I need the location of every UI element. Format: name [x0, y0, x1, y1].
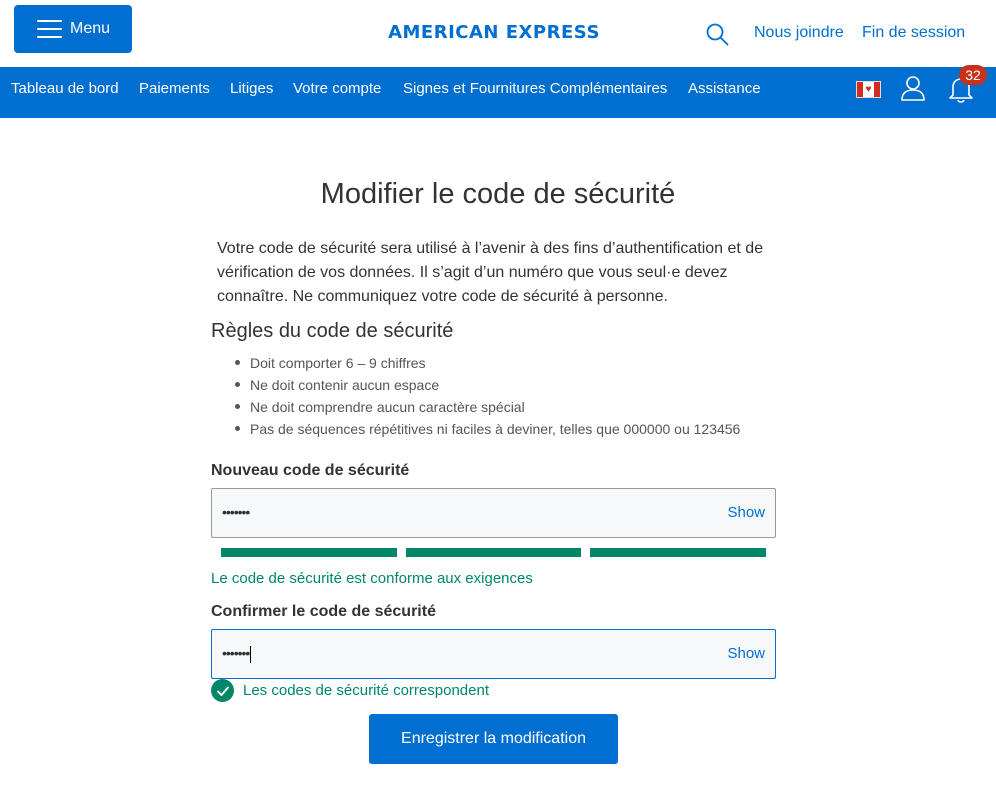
code-valid-message: Le code de sécurité est conforme aux exi…: [211, 570, 533, 587]
confirm-code-value: •••••••: [222, 645, 252, 663]
confirm-code-input[interactable]: ••••••• Show: [211, 629, 776, 679]
menu-button-label: Menu: [70, 20, 111, 37]
main-nav: Tableau de bord Paiements Litiges Votre …: [0, 67, 996, 118]
top-header: Menu AMERICAN EXPRESS Nous joindre Fin d…: [0, 0, 996, 67]
rule-item: Doit comporter 6 – 9 chiffres: [235, 352, 810, 374]
nav-item-account[interactable]: Votre compte: [293, 80, 381, 97]
save-button[interactable]: Enregistrer la modification: [369, 714, 618, 764]
rule-item: Ne doit contenir aucun espace: [235, 374, 810, 396]
rules-list: Doit comporter 6 – 9 chiffres Ne doit co…: [235, 352, 810, 440]
codes-match-text: Les codes de sécurité correspondent: [243, 682, 489, 699]
codes-match-message: Les codes de sécurité correspondent: [211, 679, 489, 702]
intro-text: Votre code de sécurité sera utilisé à l’…: [217, 240, 764, 305]
notification-badge: 32: [959, 65, 987, 85]
hamburger-icon: [37, 20, 62, 38]
logout-link[interactable]: Fin de session: [862, 24, 965, 42]
confirm-code-show-button[interactable]: Show: [727, 645, 765, 662]
rule-item: Pas de séquences répétitives ni faciles …: [235, 418, 810, 440]
strength-bar-segment: [221, 548, 397, 557]
page-title: Modifier le code de sécurité: [320, 178, 676, 210]
text-cursor: [250, 645, 252, 663]
rule-item: Ne doit comprendre aucun caractère spéci…: [235, 396, 810, 418]
search-icon[interactable]: [705, 22, 729, 46]
nav-item-disputes[interactable]: Litiges: [230, 80, 273, 97]
strength-bar-segment: [590, 548, 766, 557]
nav-item-dashboard[interactable]: Tableau de bord: [11, 80, 119, 97]
nav-item-payments[interactable]: Paiements: [139, 80, 210, 97]
new-code-input[interactable]: ••••••• Show: [211, 488, 776, 538]
canada-flag-icon[interactable]: ♥: [856, 81, 881, 98]
contact-link[interactable]: Nous joindre: [754, 24, 844, 42]
new-code-label: Nouveau code de sécurité: [211, 462, 410, 479]
rules-title: Règles du code de sécurité: [211, 320, 454, 342]
american-express-logo[interactable]: AMERICAN EXPRESS: [376, 22, 612, 44]
new-code-show-button[interactable]: Show: [727, 504, 765, 521]
new-code-value: •••••••: [222, 504, 250, 520]
nav-item-signs-supplies[interactable]: Signes et Fournitures Complémentaires: [403, 80, 667, 97]
menu-button[interactable]: Menu: [14, 5, 132, 53]
confirm-code-label: Confirmer le code de sécurité: [211, 603, 436, 620]
strength-bar-segment: [406, 548, 581, 557]
check-circle-icon: [211, 679, 234, 702]
nav-item-assistance[interactable]: Assistance: [688, 80, 761, 97]
user-icon[interactable]: [900, 75, 926, 101]
